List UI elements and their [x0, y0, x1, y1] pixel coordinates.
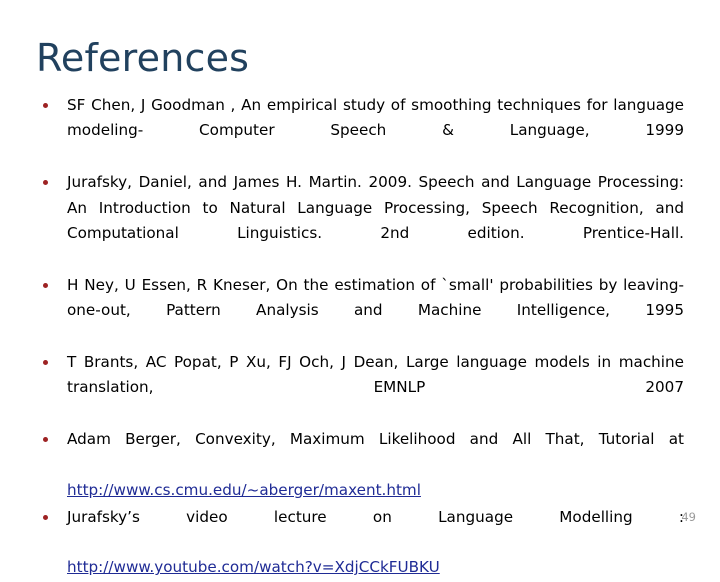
- reference-text: T Brants, AC Popat, P Xu, FJ Och, J Dean…: [67, 353, 684, 397]
- list-item: H Ney, U Essen, R Kneser, On the estimat…: [36, 273, 684, 349]
- reference-text: Jurafsky’s video lecture on Language Mod…: [67, 507, 684, 526]
- reference-list: SF Chen, J Goodman , An empirical study …: [36, 93, 684, 581]
- reference-text: H Ney, U Essen, R Kneser, On the estimat…: [67, 275, 684, 320]
- slide-canvas: References SF Chen, J Goodman , An empir…: [0, 0, 720, 576]
- reference-link-line: http://www.youtube.com/watch?v=XdjCCkFUB…: [67, 555, 684, 580]
- reference-link-line: http://www.cs.cmu.edu/~aberger/maxent.ht…: [67, 478, 684, 503]
- bullet-icon: [43, 360, 48, 366]
- bullet-icon: [43, 180, 48, 186]
- bullet-icon: [43, 514, 48, 520]
- reference-text: Jurafsky, Daniel, and James H. Martin. 2…: [67, 173, 684, 243]
- page-title: References: [36, 36, 250, 80]
- list-item: T Brants, AC Popat, P Xu, FJ Och, J Dean…: [36, 350, 684, 426]
- list-item: Adam Berger, Convexity, Maximum Likeliho…: [36, 427, 684, 503]
- reference-text: Adam Berger, Convexity, Maximum Likeliho…: [67, 430, 684, 449]
- page-number: 49: [681, 510, 696, 524]
- list-item: SF Chen, J Goodman , An empirical study …: [36, 93, 684, 169]
- list-item: Jurafsky’s video lecture on Language Mod…: [36, 505, 684, 581]
- bullet-icon: [43, 103, 48, 108]
- reference-text: SF Chen, J Goodman , An empirical study …: [67, 96, 684, 140]
- references-body: SF Chen, J Goodman , An empirical study …: [36, 93, 684, 582]
- bullet-icon: [43, 437, 48, 443]
- bullet-icon: [43, 282, 48, 288]
- list-item: Jurafsky, Daniel, and James H. Martin. 2…: [36, 170, 684, 272]
- hyperlink-maxent-tutorial[interactable]: http://www.cs.cmu.edu/~aberger/maxent.ht…: [67, 481, 421, 499]
- hyperlink-youtube-lecture[interactable]: http://www.youtube.com/watch?v=XdjCCkFUB…: [67, 558, 440, 576]
